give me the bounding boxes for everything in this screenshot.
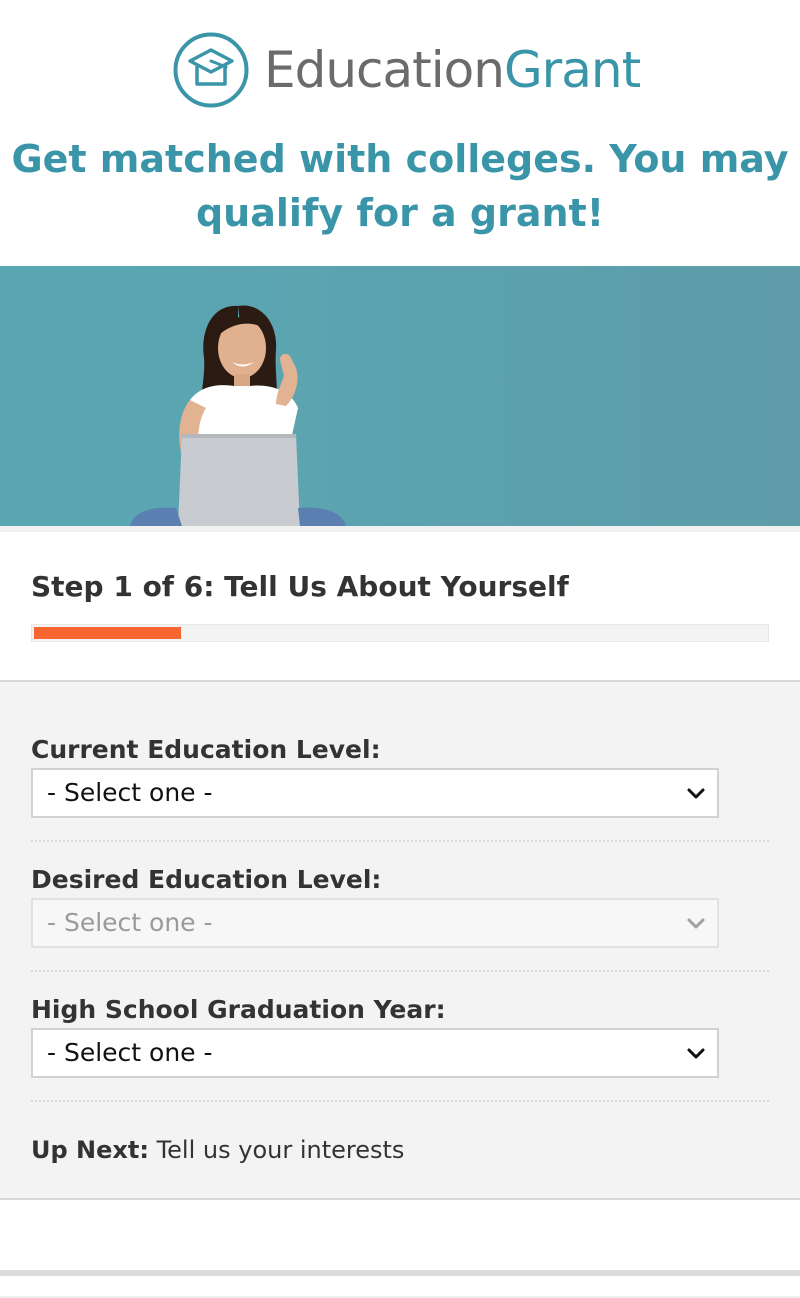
field-divider [31,840,769,842]
student-with-laptop-image [130,305,346,526]
graduation-year-label: High School Graduation Year: [31,995,446,1024]
brand-name-part1: Education [264,41,505,99]
graduation-cap-logo-icon [173,32,249,108]
up-next-text: Up Next: Tell us your interests [31,1136,404,1164]
page-headline: Get matched with colleges. You may quali… [11,137,789,235]
hero-image [0,266,800,526]
current-education-field: Current Education Level: - Select one - [31,734,769,818]
current-education-label: Current Education Level: [31,735,381,764]
graduation-year-select[interactable]: - Select one - [31,1028,719,1078]
header: EducationGrant Get matched with colleges… [0,0,800,266]
chevron-down-icon [687,1048,705,1059]
form-area: Current Education Level: - Select one - … [0,680,800,1200]
chevron-down-icon [687,918,705,929]
field-divider [31,1100,769,1102]
brand-name-part2: Grant [503,41,641,99]
brand-name: EducationGrant [264,45,641,95]
chevron-down-icon [687,788,705,799]
step-title: Step 1 of 6: Tell Us About Yourself [31,570,569,603]
brand-logo[interactable]: EducationGrant [172,30,641,110]
progress-bar-fill [34,627,182,639]
graduation-year-field: High School Graduation Year: - Select on… [31,994,769,1078]
graduation-year-select-value: - Select one - [47,1038,213,1067]
step-progress-section: Step 1 of 6: Tell Us About Yourself [0,526,800,674]
footer-divider [0,1270,800,1276]
desired-education-select-value: - Select one - [47,908,213,937]
up-next-prefix: Up Next: [31,1136,149,1164]
desired-education-select[interactable]: - Select one - [31,898,719,948]
current-education-select[interactable]: - Select one - [31,768,719,818]
field-divider [31,970,769,972]
up-next-description: Tell us your interests [156,1136,405,1164]
current-education-select-value: - Select one - [47,778,213,807]
desired-education-label: Desired Education Level: [31,865,382,894]
desired-education-field: Desired Education Level: - Select one - [31,864,769,948]
progress-bar [31,624,769,642]
